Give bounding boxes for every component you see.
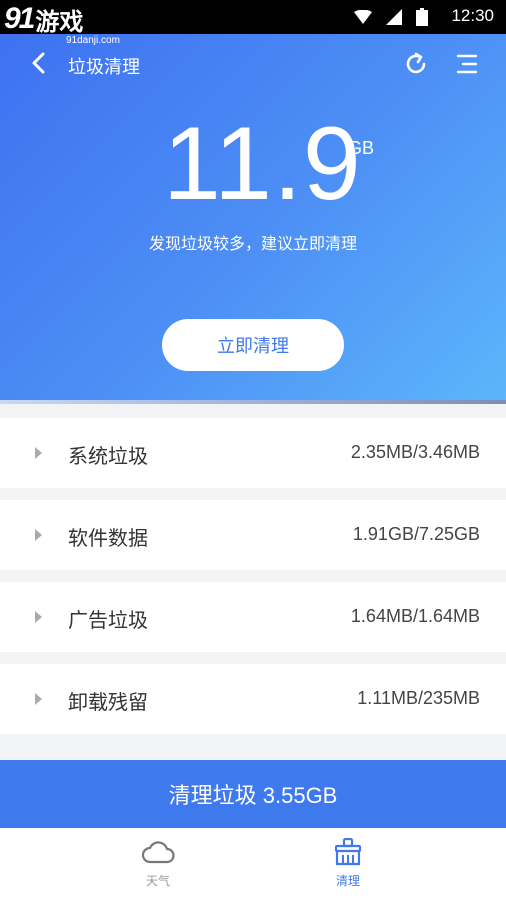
tab-label: 天气 xyxy=(145,874,170,888)
expand-arrow-icon xyxy=(35,693,42,705)
broom-icon xyxy=(334,838,362,866)
refresh-icon[interactable] xyxy=(402,50,430,78)
menu-icon[interactable] xyxy=(454,50,480,78)
list-item-label: 系统垃圾 xyxy=(68,444,148,468)
cloud-icon xyxy=(141,841,175,864)
status-icons xyxy=(354,8,428,26)
list-item-ad-junk[interactable]: 广告垃圾 1.64MB/1.64MB xyxy=(0,582,506,652)
expand-arrow-icon xyxy=(35,447,42,459)
tab-bar: 天气 清理 xyxy=(0,828,506,900)
list-item-value: 2.35MB/3.46MB xyxy=(350,442,480,462)
list-item-app-data[interactable]: 软件数据 1.91GB/7.25GB xyxy=(0,500,506,570)
list-item-value: 1.91GB/7.25GB xyxy=(352,524,480,544)
watermark: 91游戏 91danji.com xyxy=(4,2,120,46)
expand-arrow-icon xyxy=(35,529,42,541)
list-item-system-junk[interactable]: 系统垃圾 2.35MB/3.46MB xyxy=(0,418,506,488)
watermark-site: 91danji.com xyxy=(66,35,120,46)
list-item-label: 卸载残留 xyxy=(68,690,148,714)
junk-hint-text: 发现垃圾较多，建议立即清理 xyxy=(148,234,357,253)
clean-junk-button[interactable]: 清理垃圾 3.55GB xyxy=(0,760,506,828)
wifi-icon xyxy=(354,10,372,24)
tab-weather[interactable]: 天气 xyxy=(118,838,198,896)
tab-label: 清理 xyxy=(335,874,360,888)
chevron-left-icon[interactable] xyxy=(26,50,52,76)
battery-icon xyxy=(416,8,428,26)
nav-bar: 垃圾清理 xyxy=(0,44,506,84)
list-item-label: 软件数据 xyxy=(68,526,148,550)
watermark-logo: 91 xyxy=(4,2,35,35)
list-item-uninstall-residue[interactable]: 卸载残留 1.11MB/235MB xyxy=(0,664,506,734)
tab-clean[interactable]: 清理 xyxy=(308,838,388,896)
hero-divider xyxy=(0,400,506,404)
status-time: 12:30 xyxy=(451,6,494,25)
header-hero: 垃圾清理 11.9 GB 发现垃圾较多，建议立即清理 立即清理 xyxy=(0,0,506,404)
watermark-name: 游戏 xyxy=(35,8,84,36)
page-title: 垃圾清理 xyxy=(68,57,140,78)
signal-icon xyxy=(386,9,402,25)
list-item-value: 1.64MB/1.64MB xyxy=(350,606,480,626)
list-item-label: 广告垃圾 xyxy=(68,608,148,632)
junk-size-unit: GB xyxy=(348,138,375,158)
expand-arrow-icon xyxy=(35,611,42,623)
list-item-value: 1.11MB/235MB xyxy=(357,688,480,708)
junk-size-value: 11.9 xyxy=(163,106,362,222)
clean-now-button[interactable]: 立即清理 xyxy=(162,319,344,371)
